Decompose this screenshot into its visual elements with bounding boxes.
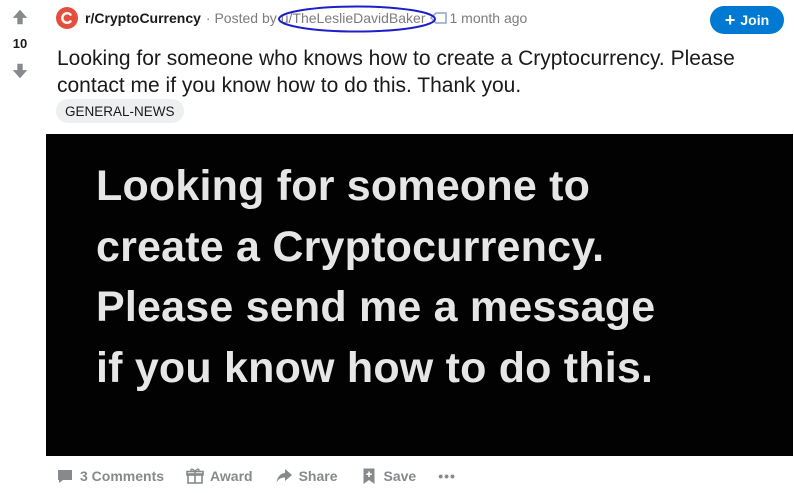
author-wrap: u/TheLeslieDavidBaker — [277, 5, 436, 33]
share-icon — [276, 469, 292, 483]
post-image-text: Looking for someone to create a Cryptocu… — [96, 162, 656, 392]
join-label: Join — [740, 12, 770, 28]
posted-by-label: · Posted by — [205, 10, 277, 26]
post-time: 1 month ago — [449, 10, 528, 26]
more-icon[interactable]: ••• — [438, 468, 456, 484]
post-header: r/CryptoCurrency · Posted by u/TheLeslie… — [56, 5, 528, 33]
post-image[interactable]: Looking for someone to create a Cryptocu… — [46, 134, 793, 456]
comment-icon — [58, 470, 72, 483]
share-label: Share — [298, 468, 338, 484]
vote-score: 10 — [12, 36, 28, 51]
upvote-icon[interactable] — [11, 8, 29, 26]
post-title[interactable]: Looking for someone who knows how to cre… — [57, 45, 757, 99]
share-button[interactable]: Share — [275, 467, 338, 485]
comments-label: 3 Comments — [80, 468, 165, 484]
save-button[interactable]: Save — [360, 467, 417, 485]
post-actions: 3 Comments Award Share Save ••• — [56, 462, 478, 490]
comments-button[interactable]: 3 Comments — [56, 467, 164, 485]
subreddit-icon[interactable] — [56, 7, 78, 29]
save-icon — [363, 468, 374, 484]
award-tag-icon — [429, 12, 447, 24]
award-label: Award — [210, 468, 253, 484]
downvote-icon[interactable] — [11, 62, 29, 80]
save-label: Save — [383, 468, 417, 484]
award-button[interactable]: Award — [186, 467, 253, 485]
vote-column: 10 — [0, 0, 40, 90]
subreddit-logo-glyph — [61, 12, 72, 24]
post-flair[interactable]: GENERAL-NEWS — [56, 99, 184, 123]
plus-icon: + — [724, 10, 736, 30]
award-icon — [186, 468, 204, 484]
subreddit-name[interactable]: r/CryptoCurrency — [85, 10, 201, 26]
author-link[interactable]: u/TheLeslieDavidBaker — [281, 10, 426, 26]
join-button[interactable]: + Join — [710, 6, 784, 34]
